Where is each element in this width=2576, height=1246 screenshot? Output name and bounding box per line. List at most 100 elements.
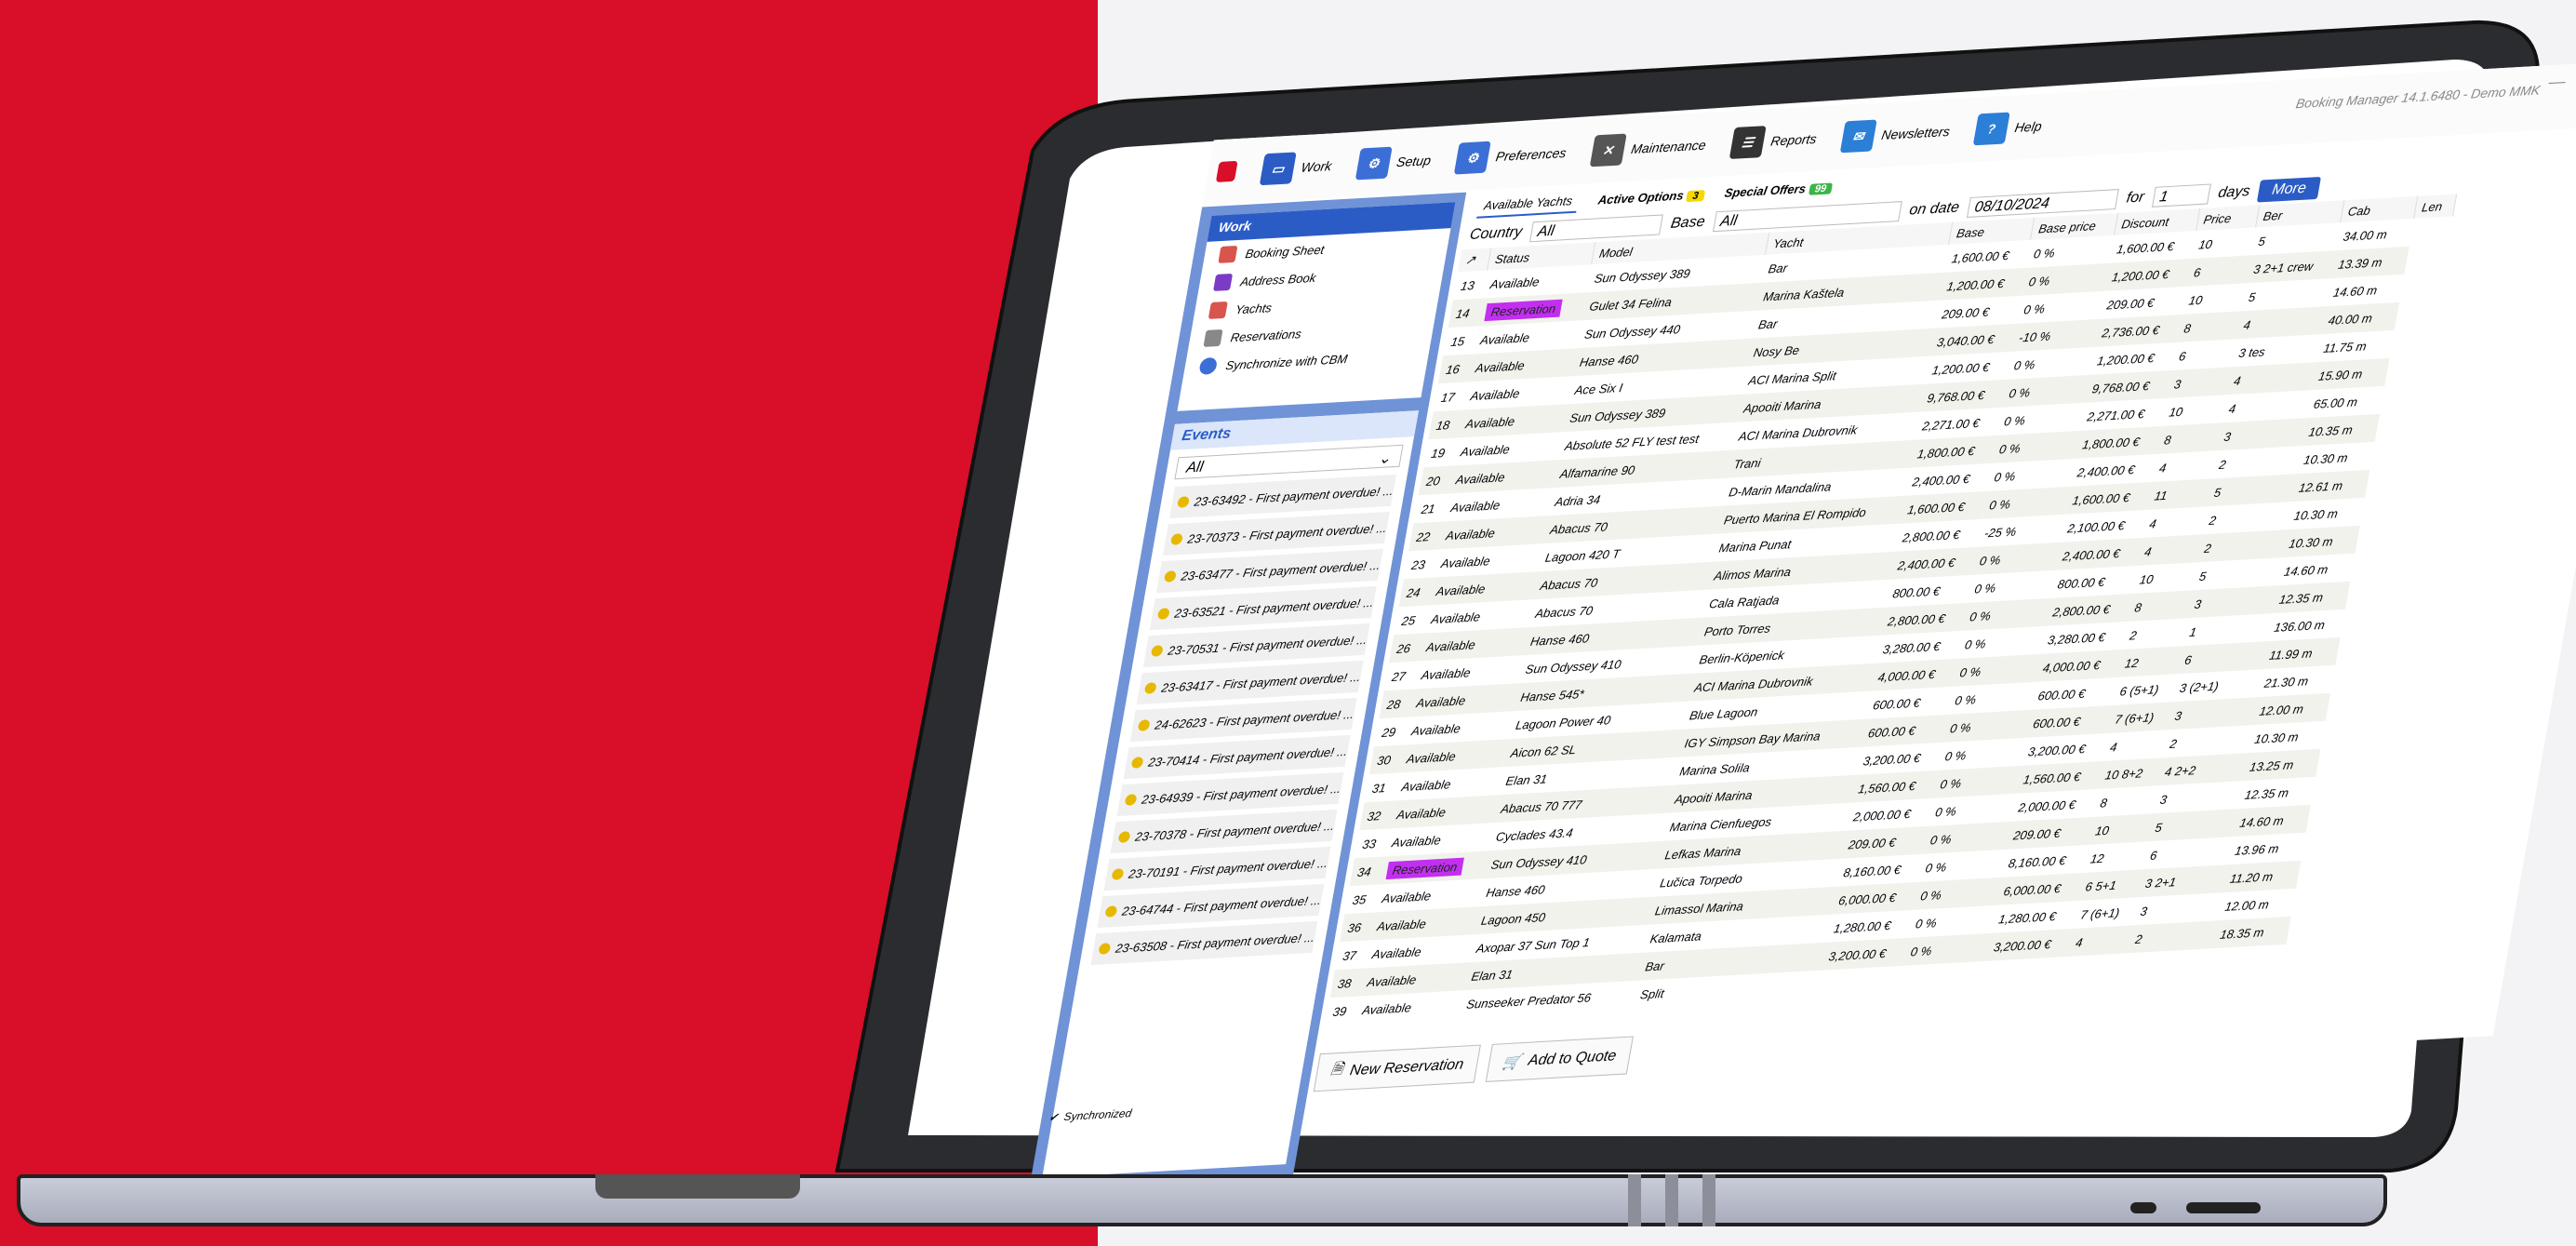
table-cell: 11.20 m xyxy=(2222,860,2302,893)
country-select[interactable]: All xyxy=(1529,214,1663,243)
event-item[interactable]: 23-64744 - First payment overdue! ... xyxy=(1097,883,1325,929)
table-cell: 10.30 m xyxy=(2302,449,2349,467)
country-label: Country xyxy=(1468,223,1524,243)
coins-icon xyxy=(1137,719,1151,731)
table-cell xyxy=(2123,948,2212,981)
table-cell: 8 xyxy=(2099,795,2109,811)
cart-icon: 🛒 xyxy=(1501,1053,1523,1071)
table-cell: 12.00 m xyxy=(2251,692,2330,726)
coins-icon xyxy=(1104,905,1118,918)
menu-preferences[interactable]: ⚙ Preferences xyxy=(1454,137,1568,175)
table-cell: 14.60 m xyxy=(2232,804,2311,837)
minimize-button[interactable]: — xyxy=(2547,72,2568,92)
menu-setup[interactable]: ⚙ Setup xyxy=(1355,144,1434,181)
menu-help[interactable]: ? Help xyxy=(1972,110,2045,146)
table-cell: 15.90 m xyxy=(2310,357,2390,391)
hinge xyxy=(1702,1174,1715,1226)
table-cell: 4 xyxy=(2157,460,2168,476)
table-cell: 10 xyxy=(2197,236,2214,252)
event-item[interactable]: 23-63508 - First payment overdue! ... xyxy=(1090,920,1318,966)
table-cell: 3 xyxy=(2166,367,2231,398)
menu-reports[interactable]: ☰ Reports xyxy=(1728,123,1820,160)
table-cell: 10.35 m xyxy=(2301,413,2380,447)
coins-icon xyxy=(1124,794,1138,806)
check-icon: ✔ xyxy=(1048,1110,1060,1125)
menu-maintenance[interactable]: ✕ Maintenance xyxy=(1589,129,1708,167)
event-item[interactable]: 23-64939 - First payment overdue! ... xyxy=(1116,771,1344,817)
chevron-down-icon: ⌄ xyxy=(1377,450,1393,468)
coins-icon xyxy=(1130,757,1144,769)
laptop-base xyxy=(17,1174,2387,1226)
table-cell: 10 xyxy=(2168,404,2184,420)
event-item[interactable]: 23-70191 - First payment overdue! ... xyxy=(1103,846,1331,891)
table-cell: 11.99 m xyxy=(2261,636,2341,670)
coins-icon xyxy=(1111,868,1125,880)
calendar-icon xyxy=(1218,245,1238,263)
table-cell xyxy=(2208,945,2287,976)
table-cell: 65.00 m xyxy=(2312,394,2359,411)
tools-icon: ✕ xyxy=(1589,133,1627,167)
monitor-icon: ▭ xyxy=(1259,152,1297,186)
table-cell: 40.00 m xyxy=(2320,301,2400,335)
coins-icon xyxy=(1176,496,1191,508)
for-label: for xyxy=(2125,189,2146,207)
gear-icon: ⚙ xyxy=(1355,146,1393,181)
tab-active-options[interactable]: Active Options 3 xyxy=(1597,187,1706,207)
event-item[interactable]: 23-70414 - First payment overdue! ... xyxy=(1123,734,1351,780)
sailboat-icon xyxy=(1208,301,1228,319)
column-header[interactable]: Len xyxy=(2413,194,2457,219)
event-item[interactable]: 23-70373 - First payment overdue! ... xyxy=(1162,511,1390,556)
table-cell: 12 xyxy=(2116,646,2182,677)
event-item[interactable]: 23-63521 - First payment overdue! ... xyxy=(1149,585,1377,631)
table-cell xyxy=(2062,953,2128,985)
event-item[interactable]: 23-63492 - First payment overdue! ... xyxy=(1168,474,1396,519)
address-book-icon xyxy=(1212,273,1234,291)
table-cell: 6 (5+1) xyxy=(2118,681,2160,699)
base-label: Base xyxy=(1669,213,1707,232)
menu-newsletters[interactable]: ✉ Newsletters xyxy=(1839,115,1953,154)
table-cell: 10 xyxy=(2138,571,2155,587)
coins-icon xyxy=(1163,570,1177,583)
table-cell: 13.39 m xyxy=(2329,246,2409,279)
table-cell: 12.35 m xyxy=(2271,581,2351,614)
coins-icon xyxy=(1117,831,1131,843)
table-cell: 12 xyxy=(2089,851,2105,866)
table-cell: 4 xyxy=(2109,739,2118,755)
work-panel: Work Booking Sheet Address Book Yachts R… xyxy=(1177,202,1456,411)
event-item[interactable]: 24-62623 - First payment overdue! ... xyxy=(1129,697,1357,743)
table-cell: 2 xyxy=(2129,627,2139,643)
event-item[interactable]: 23-70378 - First payment overdue! ... xyxy=(1110,809,1338,854)
table-cell: Available xyxy=(1361,999,1413,1017)
document-add-icon: 🗎 xyxy=(1329,1061,1345,1079)
tab-special-offers[interactable]: Special Offers 99 xyxy=(1724,180,1834,199)
coins-icon xyxy=(1143,682,1157,694)
table-cell: 10 8+2 xyxy=(2097,757,2162,789)
event-item[interactable]: 23-70531 - First payment overdue! ... xyxy=(1142,623,1370,668)
events-filter-select[interactable]: All ⌄ xyxy=(1174,444,1404,480)
event-item[interactable]: 23-63477 - First payment overdue! ... xyxy=(1155,548,1383,594)
app-window: ▭ Work ⚙ Setup ⚙ Preferences ✕ Maintenance ☰… xyxy=(882,3,2576,1194)
table-cell: 13.25 m xyxy=(2241,748,2321,782)
table-cell: 6 5+1 xyxy=(2077,869,2142,901)
table-cell: 12.35 m xyxy=(2243,784,2290,802)
tab-available-yachts[interactable]: Available Yachts xyxy=(1476,189,1581,219)
laptop-notch xyxy=(595,1174,800,1199)
active-options-badge: 3 xyxy=(1686,189,1705,202)
column-header[interactable]: ↗ xyxy=(1458,248,1492,273)
event-item[interactable]: 23-63417 - First payment overdue! ... xyxy=(1136,660,1364,705)
menu-work[interactable]: ▭ Work xyxy=(1259,150,1335,186)
app-logo-icon xyxy=(1215,160,1238,182)
hinge xyxy=(1628,1174,1641,1226)
table-cell: 11 xyxy=(2146,478,2211,510)
usb-port xyxy=(2186,1202,2261,1213)
table-cell xyxy=(1898,961,1986,994)
more-button[interactable]: More xyxy=(2257,176,2321,203)
table-cell: 8 xyxy=(2156,422,2222,454)
table-cell: 8 xyxy=(2127,590,2192,622)
days-select[interactable]: 1 xyxy=(2151,183,2211,208)
clipboard-icon: ☰ xyxy=(1728,126,1767,160)
events-title: Events xyxy=(1170,410,1419,450)
hinge xyxy=(1665,1174,1678,1226)
sync-icon xyxy=(1198,356,1219,375)
yachts-table: ↗ Status Model Yacht Base Base price Discount P… xyxy=(1325,194,2457,1025)
